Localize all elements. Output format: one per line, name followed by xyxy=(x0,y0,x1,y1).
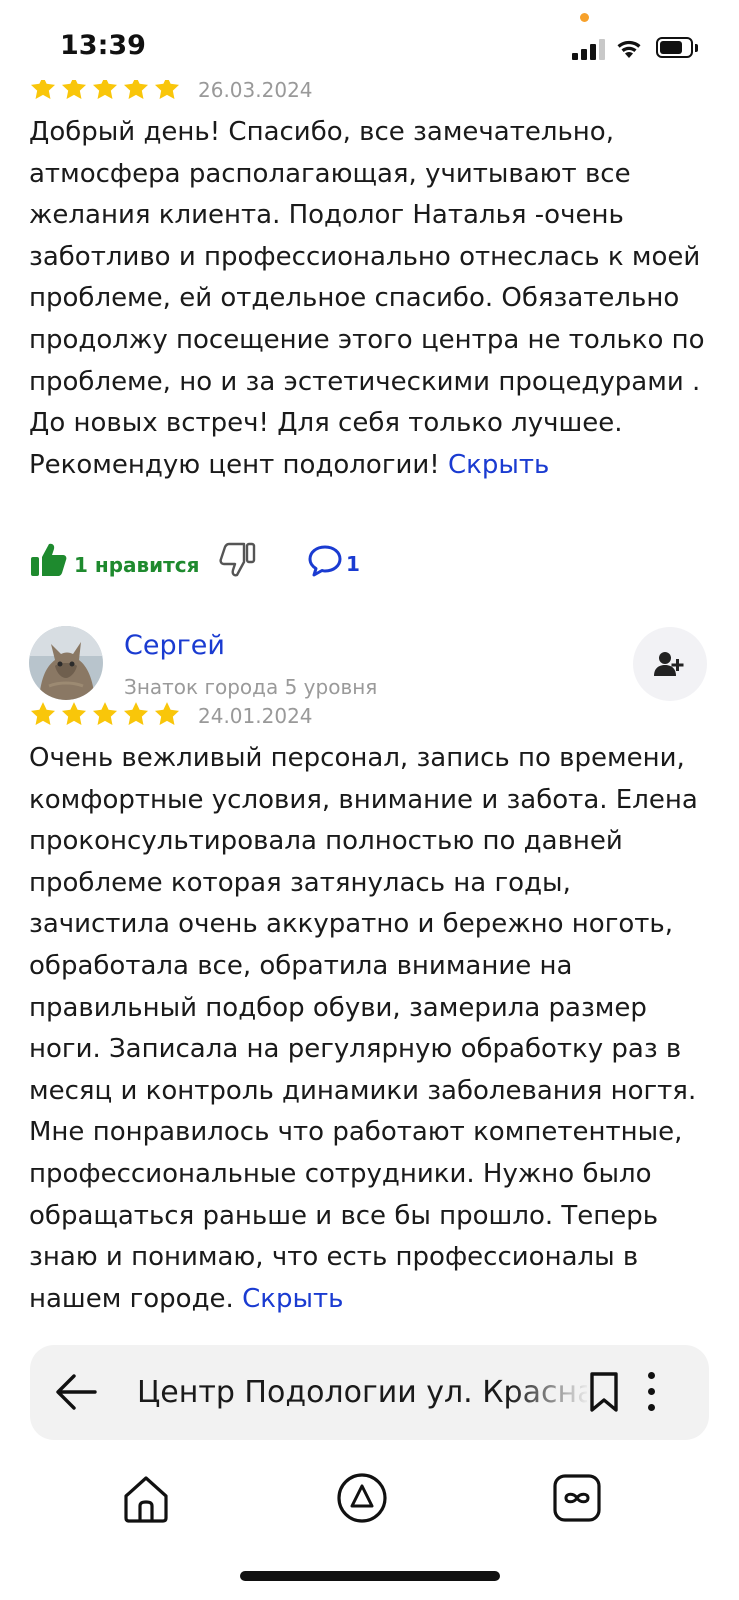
reviews-feed[interactable]: 26.03.2024 Добрый день! Спасибо, все зам… xyxy=(0,0,739,1330)
home-icon[interactable] xyxy=(118,1470,174,1526)
battery-cap xyxy=(695,44,698,52)
review-1-body: Добрый день! Спасибо, все замечательно, … xyxy=(29,117,705,480)
subscribe-button[interactable] xyxy=(633,627,707,701)
review-2-text: Очень вежливый персонал, запись по време… xyxy=(29,738,714,1320)
review-1-date: 26.03.2024 xyxy=(198,78,313,102)
review-1-actions: 1 нравится 1 xyxy=(30,542,690,582)
status-bar: 13:39 xyxy=(0,0,739,80)
review-2-hide-link[interactable]: Скрыть xyxy=(242,1284,343,1314)
author-level: Знаток города 5 уровня xyxy=(124,675,378,699)
star-icon xyxy=(154,702,180,725)
wifi-icon xyxy=(617,40,641,58)
bottom-navigation xyxy=(0,1460,739,1550)
browser-address-bar[interactable]: Центр Подологии ул. Красная xyxy=(30,1345,709,1440)
like-count-label[interactable]: 1 нравится xyxy=(74,553,199,577)
add-user-icon xyxy=(654,652,684,676)
review-2-rating xyxy=(29,700,181,728)
review-2-body: Очень вежливый персонал, запись по време… xyxy=(29,743,698,1314)
thumbs-up-icon[interactable] xyxy=(30,542,68,578)
comment-count[interactable]: 1 xyxy=(346,552,360,576)
bookmark-icon[interactable] xyxy=(586,1370,622,1414)
star-icon xyxy=(30,702,56,725)
more-vertical-icon[interactable] xyxy=(642,1367,660,1415)
battery-icon xyxy=(656,37,693,58)
star-icon xyxy=(61,702,87,725)
privacy-indicator-dot xyxy=(580,13,589,22)
tabs-icon[interactable] xyxy=(549,1470,605,1526)
arrow-left-icon[interactable] xyxy=(55,1373,97,1411)
cellular-signal-icon xyxy=(572,38,606,60)
review-2-date: 24.01.2024 xyxy=(198,704,313,728)
review-1-text: Добрый день! Спасибо, все замечательно, … xyxy=(29,112,714,486)
review-1-hide-link[interactable]: Скрыть xyxy=(448,450,549,480)
alice-icon[interactable] xyxy=(334,1470,390,1526)
thumbs-down-icon[interactable] xyxy=(218,542,256,578)
author-avatar[interactable] xyxy=(29,626,103,700)
avatar-image xyxy=(29,626,103,700)
comment-icon[interactable] xyxy=(307,544,343,578)
status-time: 13:39 xyxy=(60,30,146,61)
star-icon xyxy=(123,702,149,725)
author-name[interactable]: Сергей xyxy=(124,630,225,661)
star-icon xyxy=(92,702,118,725)
title-fade xyxy=(510,1370,590,1416)
home-indicator xyxy=(240,1571,500,1581)
